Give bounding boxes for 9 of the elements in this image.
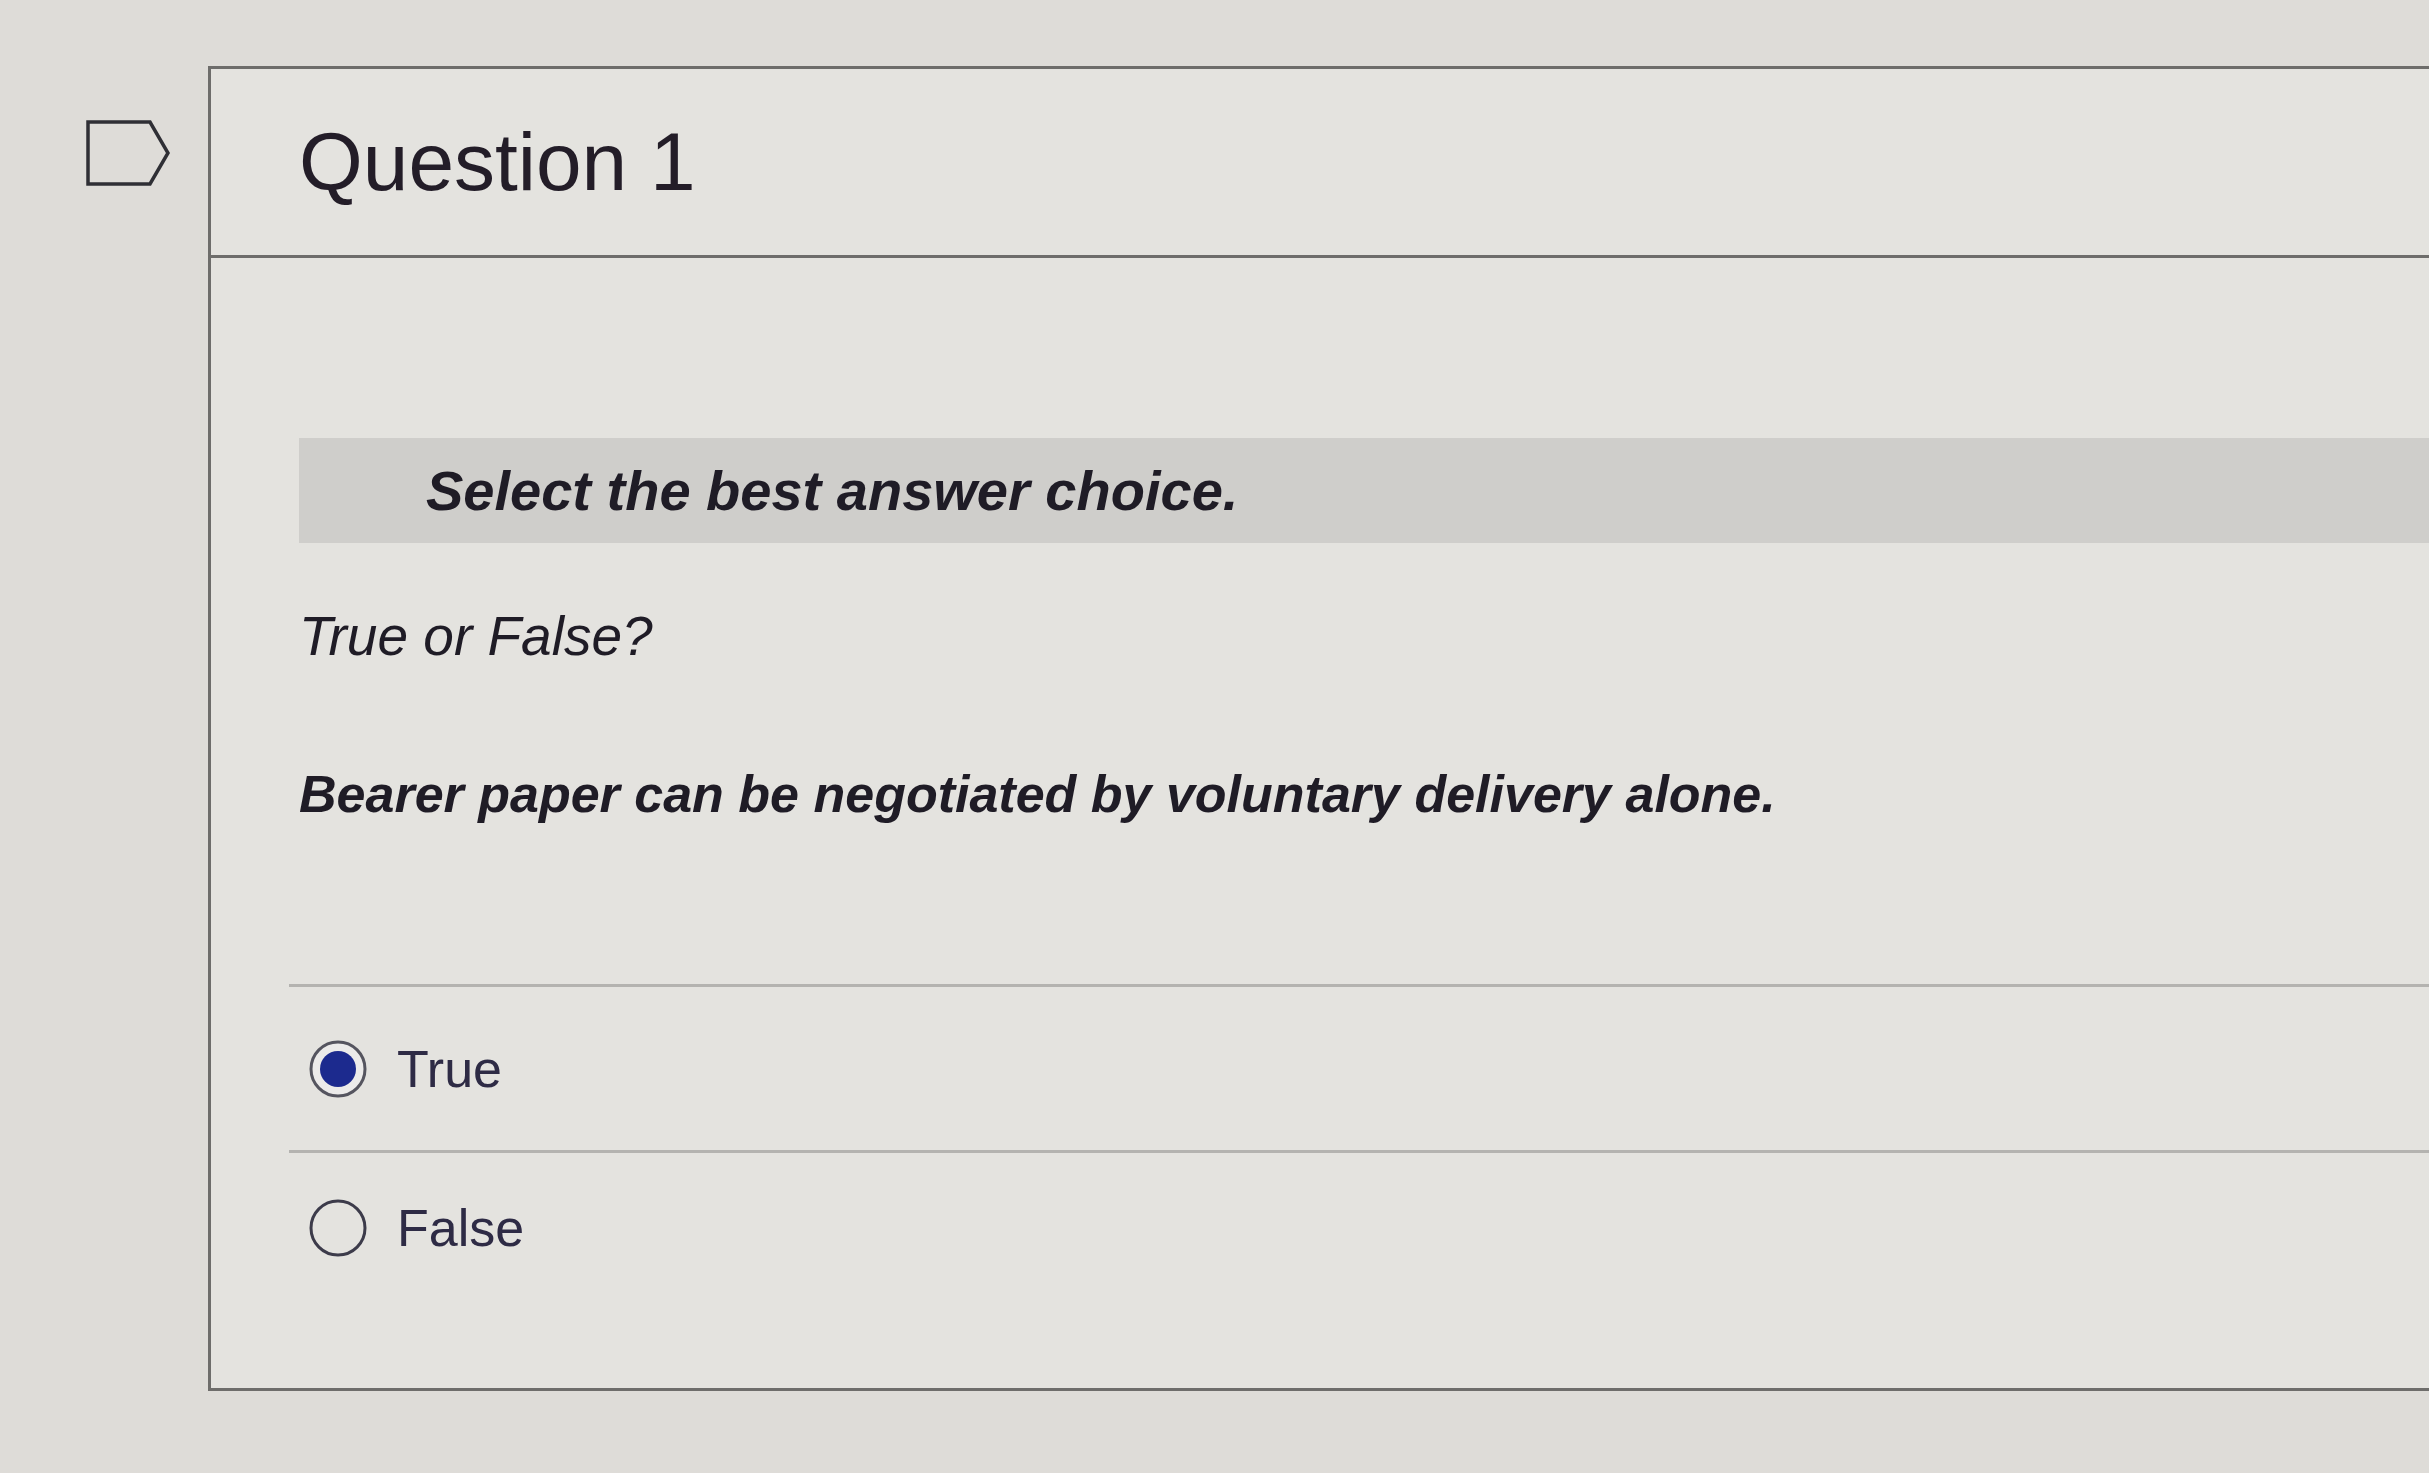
choice-label: True [397, 1042, 502, 1095]
flag-outline-icon[interactable] [86, 120, 170, 186]
question-title: Question 1 [299, 121, 696, 203]
radio-button[interactable] [309, 1198, 367, 1257]
question-statement: Bearer paper can be negotiated by voluntary delivery alone. [299, 764, 1776, 825]
question-prompt: True or False? [299, 604, 653, 669]
choice-label: False [397, 1201, 525, 1254]
instruction-text: Select the best answer choice. [426, 457, 1239, 524]
radio-button[interactable] [309, 1039, 367, 1098]
